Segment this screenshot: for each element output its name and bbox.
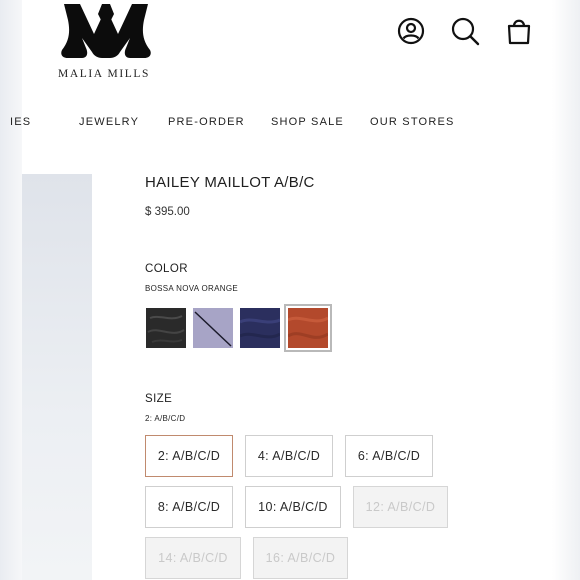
size-option-8[interactable]: 8: A/B/C/D: [145, 486, 233, 528]
swatch-bossa-nova-orange[interactable]: [284, 304, 332, 352]
product-price: $ 395.00: [145, 206, 190, 218]
size-option-10[interactable]: 10: A/B/C/D: [245, 486, 341, 528]
selected-color-name: BOSSA NOVA ORANGE: [145, 284, 238, 293]
size-option-14[interactable]: 14: A/B/C/D: [145, 537, 241, 579]
size-option-16[interactable]: 16: A/B/C/D: [253, 537, 348, 579]
header-icons: [396, 16, 536, 48]
nav-item-shop-sale[interactable]: SHOP SALE: [271, 116, 344, 128]
product-title: HAILEY MAILLOT A/B/C: [145, 174, 315, 191]
malia-mills-monogram-icon: [61, 4, 151, 58]
nav-item-accessories[interactable]: IES: [10, 116, 31, 128]
size-option-6[interactable]: 6: A/B/C/D: [345, 435, 433, 477]
brand-name: MALIA MILLS: [58, 68, 151, 80]
size-option-12[interactable]: 12: A/B/C/D: [353, 486, 448, 528]
cart-bag-icon[interactable]: [504, 16, 534, 46]
search-icon[interactable]: [450, 16, 480, 46]
product-image[interactable]: [22, 174, 92, 580]
right-page-edge: [552, 0, 580, 580]
account-icon[interactable]: [396, 16, 426, 46]
swatch-navy[interactable]: [239, 308, 281, 348]
nav-item-pre-order[interactable]: PRE-ORDER: [168, 116, 245, 128]
brand-logo[interactable]: MALIA MILLS: [56, 0, 156, 84]
size-option-2[interactable]: 2: A/B/C/D: [145, 435, 233, 477]
size-option-4[interactable]: 4: A/B/C/D: [245, 435, 333, 477]
main-nav: IES JEWELRY PRE-ORDER SHOP SALE OUR STOR…: [0, 116, 580, 132]
nav-item-our-stores[interactable]: OUR STORES: [370, 116, 455, 128]
color-label: COLOR: [145, 263, 188, 275]
size-label: SIZE: [145, 393, 173, 405]
selected-size: 2: A/B/C/D: [145, 414, 186, 423]
swatch-black[interactable]: [146, 308, 186, 348]
left-page-edge: [0, 0, 22, 580]
swatch-lavender-gray[interactable]: [193, 308, 233, 348]
nav-item-jewelry[interactable]: JEWELRY: [79, 116, 139, 128]
